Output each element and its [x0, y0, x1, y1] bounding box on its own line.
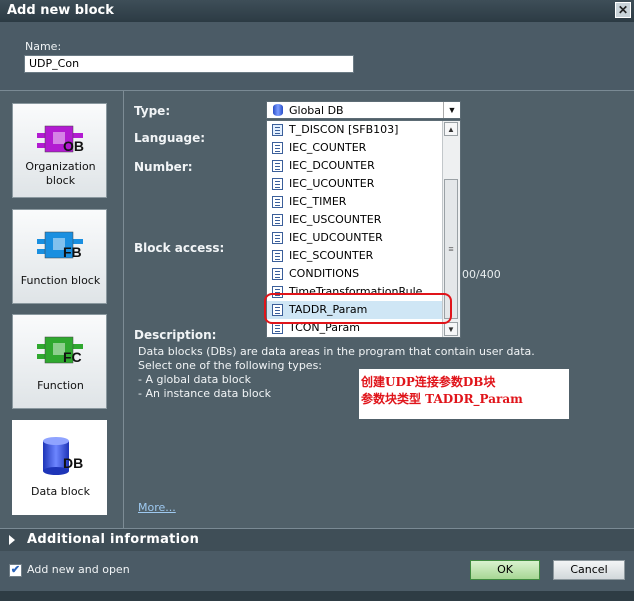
dropdown-item[interactable]: CONDITIONS [267, 265, 442, 283]
more-link[interactable]: More... [138, 501, 176, 514]
ok-button[interactable]: OK [470, 560, 540, 580]
dropdown-item[interactable]: IEC_TIMER [267, 193, 442, 211]
block-badge: DB [63, 455, 84, 471]
global-db-icon [273, 104, 283, 116]
dropdown-item-label: IEC_TIMER [289, 195, 347, 208]
expand-triangle-icon[interactable] [9, 535, 15, 545]
dropdown-item[interactable]: IEC_SCOUNTER [267, 247, 442, 265]
number-label: Number: [134, 160, 193, 174]
block-label: Function [37, 379, 84, 392]
add-new-and-open-checkbox[interactable]: ✔ [9, 564, 22, 577]
cancel-button[interactable]: Cancel [553, 560, 625, 580]
db-icon [272, 178, 283, 190]
dropdown-item-label: IEC_DCOUNTER [289, 159, 375, 172]
close-icon[interactable]: ✕ [615, 2, 631, 18]
dropdown-item-label: IEC_UCOUNTER [289, 177, 375, 190]
block-label: block [45, 174, 76, 187]
block-label: Organization [25, 160, 96, 173]
name-label: Name: [25, 40, 62, 53]
description-label: Description: [134, 328, 217, 342]
scroll-up-icon[interactable]: ▲ [444, 122, 458, 136]
annotation-box: 创建UDP连接参数DB块 参数块类型 TADDR_Param [359, 369, 569, 419]
type-select-value: Global DB [289, 104, 344, 117]
db-icon [272, 214, 283, 226]
block-badge: FC [63, 349, 82, 365]
db-icon [272, 142, 283, 154]
block-label: Data block [31, 485, 90, 498]
add-new-block-dialog: Add new block ✕ Name: UDP_Con OB Organiza… [0, 0, 634, 601]
dropdown-item-label: IEC_COUNTER [289, 141, 367, 154]
dropdown-item[interactable]: IEC_COUNTER [267, 139, 442, 157]
sidebar-divider [123, 91, 124, 528]
dropdown-item-label: IEC_UDCOUNTER [289, 231, 383, 244]
block-button-db[interactable]: DB Data block [12, 420, 107, 515]
type-select[interactable]: Global DB ▼ [266, 101, 461, 119]
dropdown-item-label: T_DISCON [SFB103] [289, 123, 399, 136]
db-icon [272, 232, 283, 244]
dialog-title: Add new block [7, 3, 114, 18]
dropdown-item[interactable]: IEC_UCOUNTER [267, 175, 442, 193]
db-icon [272, 268, 283, 280]
dropdown-item-label: IEC_SCOUNTER [289, 249, 374, 262]
annotation-line-1: 创建UDP连接参数DB块 [361, 375, 496, 389]
name-input[interactable]: UDP_Con [24, 55, 354, 73]
title-bar: Add new block ✕ [0, 0, 634, 22]
db-icon [272, 160, 283, 172]
dropdown-item[interactable]: IEC_UDCOUNTER [267, 229, 442, 247]
dropdown-item[interactable]: IEC_USCOUNTER [267, 211, 442, 229]
add-new-and-open-label: Add new and open [27, 563, 130, 576]
dropdown-item-label: CONDITIONS [289, 267, 360, 280]
block-button-fc[interactable]: FC Function [12, 314, 107, 409]
type-label: Type: [134, 104, 171, 118]
additional-information-section[interactable]: Additional information [0, 528, 634, 552]
bottom-edge [0, 591, 634, 601]
chevron-down-icon[interactable]: ▼ [443, 102, 460, 118]
block-access-label: Block access: [134, 241, 225, 255]
additional-information-label: Additional information [27, 532, 200, 547]
block-label: Function block [20, 274, 101, 287]
block-badge: FB [63, 244, 82, 260]
block-badge: OB [63, 138, 84, 154]
dropdown-item[interactable]: IEC_DCOUNTER [267, 157, 442, 175]
annotation-line-2: 参数块类型 TADDR_Param [361, 392, 523, 406]
block-button-fb[interactable]: FB Function block [12, 209, 107, 304]
dropdown-item-label: IEC_USCOUNTER [289, 213, 382, 226]
annotation-highlight-ring [264, 293, 452, 324]
block-button-ob[interactable]: OB Organization block [12, 103, 107, 198]
description-line: Data blocks (DBs) are data areas in the … [138, 345, 535, 358]
partially-hidden-value: 00/400 [462, 268, 501, 281]
fb-icon [272, 124, 283, 136]
language-label: Language: [134, 131, 206, 145]
block-type-sidebar: OB Organization block FB Function block FC Fun… [0, 91, 120, 528]
db-icon [272, 196, 283, 208]
dropdown-item[interactable]: T_DISCON [SFB103] [267, 121, 442, 139]
scroll-down-icon[interactable]: ▼ [444, 322, 458, 336]
db-icon [272, 250, 283, 262]
